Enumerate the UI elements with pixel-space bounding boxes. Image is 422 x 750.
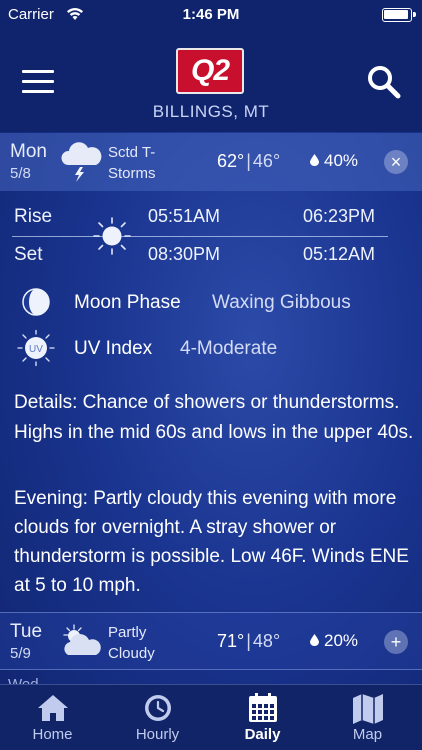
day-row-mon[interactable]: Mon 5/8 Sctd T- Storms 62° | 46° 40% ×: [0, 133, 422, 191]
expand-button[interactable]: +: [384, 630, 408, 654]
app-header: Q2 BILLINGS, MT: [0, 30, 422, 132]
day-row-tue[interactable]: Tue 5/9 Partly Cloudy 71° | 48° 20% +: [0, 612, 422, 670]
uv-icon-text: UV: [29, 344, 43, 355]
battery-icon: [382, 8, 416, 22]
tab-bar: Home Hourly Daily Map: [0, 684, 422, 750]
sunrise-time: 05:51AM: [148, 206, 221, 226]
search-icon[interactable]: [366, 64, 402, 100]
set-label: Set: [14, 244, 43, 265]
uv-index-label: UV Index: [74, 338, 153, 359]
tab-daily[interactable]: Daily: [210, 685, 315, 750]
calendar-icon: [248, 693, 277, 722]
temp-separator: |: [246, 631, 251, 651]
day-date: 5/8: [10, 165, 31, 182]
tab-hourly-label: Hourly: [135, 726, 180, 743]
partly-cloudy-icon: [63, 624, 101, 655]
moonrise-time: 06:23PM: [303, 206, 376, 226]
moon-phase-icon: [22, 288, 50, 316]
low-temp: 46°: [252, 151, 281, 171]
raindrop-icon: [310, 154, 319, 166]
crescent-moon-icon: [264, 220, 279, 250]
location-label[interactable]: BILLINGS, MT: [0, 102, 422, 122]
rise-label: Rise: [14, 206, 53, 227]
high-temp: 71°: [217, 631, 245, 651]
raindrop-icon: [310, 634, 319, 646]
tab-hourly[interactable]: Hourly: [105, 685, 210, 750]
high-temp: 62°: [217, 151, 245, 171]
low-temp: 48°: [252, 631, 281, 651]
uv-index-row: UV UV Index 4-Moderate: [0, 328, 422, 368]
day-temperatures: 71° | 48°: [217, 631, 280, 652]
thunderstorm-cloud-icon: [61, 142, 102, 182]
day-of-week: Mon: [10, 141, 47, 162]
collapse-button[interactable]: ×: [384, 150, 408, 174]
map-icon: [352, 694, 383, 724]
day-date: 5/9: [10, 645, 31, 662]
forecast-evening: Evening: Partly cloudy this evening with…: [14, 488, 409, 596]
sun-moon-times: Rise Set 05:51AM 08:30PM 06:23PM 05:12AM: [0, 196, 422, 274]
clock-time: 1:46 PM: [182, 6, 240, 23]
station-logo: Q2: [176, 48, 244, 94]
tab-daily-label: Daily: [244, 726, 281, 743]
tab-home-label: Home: [32, 726, 73, 743]
uv-index-value: 4-Moderate: [180, 338, 278, 359]
sun-icon: [93, 217, 131, 255]
tab-home[interactable]: Home: [0, 685, 105, 750]
forecast-details: Details: Chance of showers or thundersto…: [14, 392, 414, 443]
day-temperatures: 62° | 46°: [217, 151, 280, 172]
uv-sun-icon: UV: [17, 330, 55, 366]
home-icon: [37, 695, 68, 721]
day-of-week: Tue: [10, 621, 43, 642]
moon-phase-label: Moon Phase: [74, 292, 181, 313]
status-bar: Carrier 1:46 PM: [0, 0, 422, 30]
horizon-line: [12, 236, 388, 237]
moonset-time: 05:12AM: [303, 244, 376, 264]
moon-phase-row: Moon Phase Waxing Gibbous: [0, 282, 422, 322]
sunset-time: 08:30PM: [148, 244, 221, 264]
clock-icon: [144, 695, 171, 721]
tab-map[interactable]: Map: [315, 685, 420, 750]
tab-map-label: Map: [352, 726, 383, 743]
hamburger-menu-icon[interactable]: [22, 70, 54, 94]
temp-separator: |: [246, 151, 251, 171]
day-condition: Sctd T- Storms: [108, 144, 156, 182]
precip-chance: 20%: [310, 631, 358, 651]
moon-phase-value: Waxing Gibbous: [212, 292, 351, 313]
precip-chance: 40%: [310, 151, 358, 171]
day-condition: Partly Cloudy: [108, 624, 155, 662]
